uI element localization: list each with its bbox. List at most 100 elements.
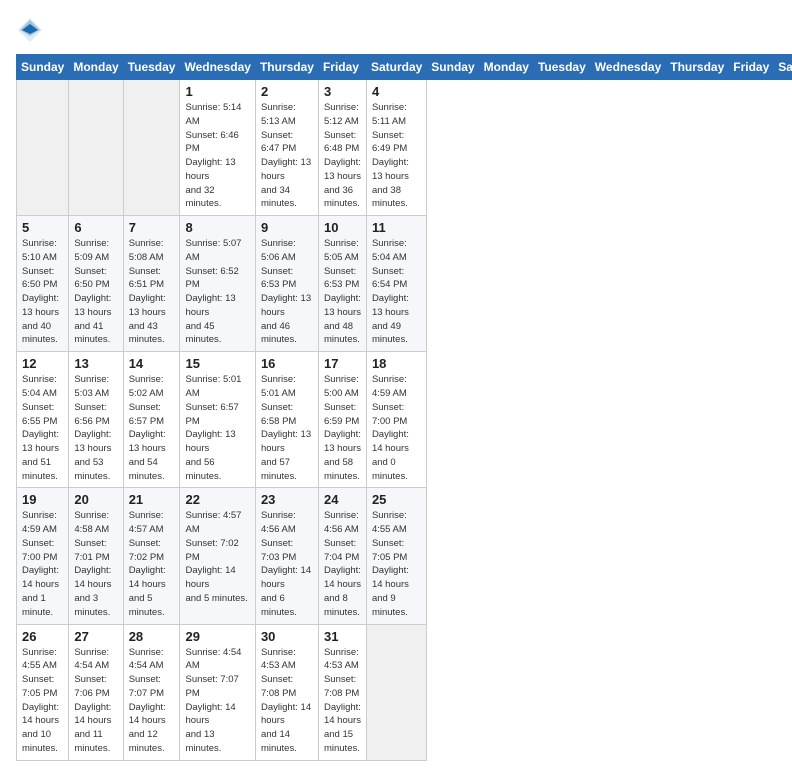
day-number: 30 — [261, 629, 313, 644]
day-number: 13 — [74, 356, 117, 371]
day-number: 22 — [185, 492, 249, 507]
day-number: 18 — [372, 356, 421, 371]
day-info: Sunrise: 4:54 AM Sunset: 7:06 PM Dayligh… — [74, 646, 117, 756]
day-number: 29 — [185, 629, 249, 644]
day-number: 21 — [129, 492, 175, 507]
calendar-cell: 1Sunrise: 5:14 AM Sunset: 6:46 PM Daylig… — [180, 80, 255, 216]
day-number: 1 — [185, 84, 249, 99]
page-header — [16, 16, 776, 44]
calendar-cell: 28Sunrise: 4:54 AM Sunset: 7:07 PM Dayli… — [123, 624, 180, 760]
day-info: Sunrise: 5:00 AM Sunset: 6:59 PM Dayligh… — [324, 373, 361, 483]
day-number: 2 — [261, 84, 313, 99]
day-number: 28 — [129, 629, 175, 644]
day-info: Sunrise: 5:04 AM Sunset: 6:54 PM Dayligh… — [372, 237, 421, 347]
header-row: SundayMondayTuesdayWednesdayThursdayFrid… — [17, 55, 792, 80]
calendar-cell: 18 Sunrise: 4:59 AM Sunset: 7:00 PM Dayli… — [366, 352, 426, 488]
calendar-cell: 24Sunrise: 4:56 AM Sunset: 7:04 PM Dayli… — [318, 488, 366, 624]
calendar-cell: 11 Sunrise: 5:04 AM Sunset: 6:54 PM Dayli… — [366, 216, 426, 352]
day-info: Sunrise: 5:12 AM Sunset: 6:48 PM Dayligh… — [324, 101, 361, 211]
day-info: Sunrise: 4:54 AM Sunset: 7:07 PM Dayligh… — [185, 646, 249, 756]
day-info: Sunrise: 4:55 AM Sunset: 7:05 PM Dayligh… — [372, 509, 421, 619]
col-header-friday: Friday — [729, 55, 774, 80]
day-number: 27 — [74, 629, 117, 644]
day-info: Sunrise: 4:58 AM Sunset: 7:01 PM Dayligh… — [74, 509, 117, 619]
calendar-cell: 25 Sunrise: 4:55 AM Sunset: 7:05 PM Dayli… — [366, 488, 426, 624]
calendar-cell: 23 Sunrise: 4:56 AM Sunset: 7:03 PM Dayli… — [255, 488, 318, 624]
header-saturday: Saturday — [366, 55, 426, 80]
header-wednesday: Wednesday — [180, 55, 255, 80]
calendar-cell: 5 Sunrise: 5:10 AM Sunset: 6:50 PM Daylig… — [17, 216, 69, 352]
calendar-cell: 20Sunrise: 4:58 AM Sunset: 7:01 PM Dayli… — [69, 488, 123, 624]
calendar-cell: 19 Sunrise: 4:59 AM Sunset: 7:00 PM Dayli… — [17, 488, 69, 624]
day-number: 12 — [22, 356, 63, 371]
week-row-3: 12Sunrise: 5:04 AM Sunset: 6:55 PM Dayli… — [17, 352, 792, 488]
logo-icon — [16, 16, 44, 44]
logo — [16, 16, 48, 44]
day-info: Sunrise: 5:11 AM Sunset: 6:49 PM Dayligh… — [372, 101, 421, 211]
week-row-5: 26 Sunrise: 4:55 AM Sunset: 7:05 PM Dayli… — [17, 624, 792, 760]
day-info: Sunrise: 5:09 AM Sunset: 6:50 PM Dayligh… — [74, 237, 117, 347]
calendar-cell — [17, 80, 69, 216]
day-info: Sunrise: 4:56 AM Sunset: 7:04 PM Dayligh… — [324, 509, 361, 619]
day-number: 10 — [324, 220, 361, 235]
calendar-cell: 14 Sunrise: 5:02 AM Sunset: 6:57 PM Dayli… — [123, 352, 180, 488]
day-number: 3 — [324, 84, 361, 99]
day-info: Sunrise: 5:10 AM Sunset: 6:50 PM Dayligh… — [22, 237, 63, 347]
day-info: Sunrise: 5:02 AM Sunset: 6:57 PM Dayligh… — [129, 373, 175, 483]
day-number: 31 — [324, 629, 361, 644]
calendar-cell: 26 Sunrise: 4:55 AM Sunset: 7:05 PM Dayli… — [17, 624, 69, 760]
day-number: 16 — [261, 356, 313, 371]
calendar-cell: 8 Sunrise: 5:07 AM Sunset: 6:52 PM Daylig… — [180, 216, 255, 352]
day-info: Sunrise: 4:53 AM Sunset: 7:08 PM Dayligh… — [324, 646, 361, 756]
week-row-2: 5 Sunrise: 5:10 AM Sunset: 6:50 PM Daylig… — [17, 216, 792, 352]
calendar-cell: 22 Sunrise: 4:57 AM Sunset: 7:02 PM Dayli… — [180, 488, 255, 624]
day-info: Sunrise: 4:56 AM Sunset: 7:03 PM Dayligh… — [261, 509, 313, 619]
day-number: 23 — [261, 492, 313, 507]
day-info: Sunrise: 5:07 AM Sunset: 6:52 PM Dayligh… — [185, 237, 249, 347]
week-row-4: 19 Sunrise: 4:59 AM Sunset: 7:00 PM Dayli… — [17, 488, 792, 624]
day-info: Sunrise: 4:59 AM Sunset: 7:00 PM Dayligh… — [372, 373, 421, 483]
col-header-wednesday: Wednesday — [590, 55, 665, 80]
header-sunday: Sunday — [17, 55, 69, 80]
day-info: Sunrise: 5:08 AM Sunset: 6:51 PM Dayligh… — [129, 237, 175, 347]
calendar-cell: 30 Sunrise: 4:53 AM Sunset: 7:08 PM Dayli… — [255, 624, 318, 760]
header-thursday: Thursday — [255, 55, 318, 80]
header-monday: Monday — [69, 55, 123, 80]
calendar-cell: 10Sunrise: 5:05 AM Sunset: 6:53 PM Dayli… — [318, 216, 366, 352]
day-number: 11 — [372, 220, 421, 235]
calendar-cell: 13 Sunrise: 5:03 AM Sunset: 6:56 PM Dayli… — [69, 352, 123, 488]
day-info: Sunrise: 5:03 AM Sunset: 6:56 PM Dayligh… — [74, 373, 117, 483]
day-info: Sunrise: 5:01 AM Sunset: 6:58 PM Dayligh… — [261, 373, 313, 483]
calendar-cell: 6 Sunrise: 5:09 AM Sunset: 6:50 PM Daylig… — [69, 216, 123, 352]
day-number: 7 — [129, 220, 175, 235]
col-header-tuesday: Tuesday — [533, 55, 590, 80]
calendar-cell: 7 Sunrise: 5:08 AM Sunset: 6:51 PM Daylig… — [123, 216, 180, 352]
day-number: 14 — [129, 356, 175, 371]
day-number: 15 — [185, 356, 249, 371]
day-number: 25 — [372, 492, 421, 507]
header-friday: Friday — [318, 55, 366, 80]
day-info: Sunrise: 4:59 AM Sunset: 7:00 PM Dayligh… — [22, 509, 63, 619]
calendar-cell: 17 Sunrise: 5:00 AM Sunset: 6:59 PM Dayli… — [318, 352, 366, 488]
calendar-cell: 27 Sunrise: 4:54 AM Sunset: 7:06 PM Dayli… — [69, 624, 123, 760]
calendar-cell: 9Sunrise: 5:06 AM Sunset: 6:53 PM Daylig… — [255, 216, 318, 352]
day-number: 8 — [185, 220, 249, 235]
week-row-1: 1Sunrise: 5:14 AM Sunset: 6:46 PM Daylig… — [17, 80, 792, 216]
day-number: 17 — [324, 356, 361, 371]
calendar-cell — [366, 624, 426, 760]
day-number: 26 — [22, 629, 63, 644]
day-info: Sunrise: 4:53 AM Sunset: 7:08 PM Dayligh… — [261, 646, 313, 756]
day-number: 4 — [372, 84, 421, 99]
day-number: 6 — [74, 220, 117, 235]
day-info: Sunrise: 5:13 AM Sunset: 6:47 PM Dayligh… — [261, 101, 313, 211]
header-tuesday: Tuesday — [123, 55, 180, 80]
calendar-cell: 29 Sunrise: 4:54 AM Sunset: 7:07 PM Dayli… — [180, 624, 255, 760]
calendar-cell: 15Sunrise: 5:01 AM Sunset: 6:57 PM Dayli… — [180, 352, 255, 488]
day-info: Sunrise: 4:57 AM Sunset: 7:02 PM Dayligh… — [185, 509, 249, 605]
calendar-cell: 31 Sunrise: 4:53 AM Sunset: 7:08 PM Dayli… — [318, 624, 366, 760]
day-number: 5 — [22, 220, 63, 235]
day-info: Sunrise: 4:55 AM Sunset: 7:05 PM Dayligh… — [22, 646, 63, 756]
calendar-cell: 4 Sunrise: 5:11 AM Sunset: 6:49 PM Daylig… — [366, 80, 426, 216]
col-header-monday: Monday — [479, 55, 533, 80]
day-number: 19 — [22, 492, 63, 507]
